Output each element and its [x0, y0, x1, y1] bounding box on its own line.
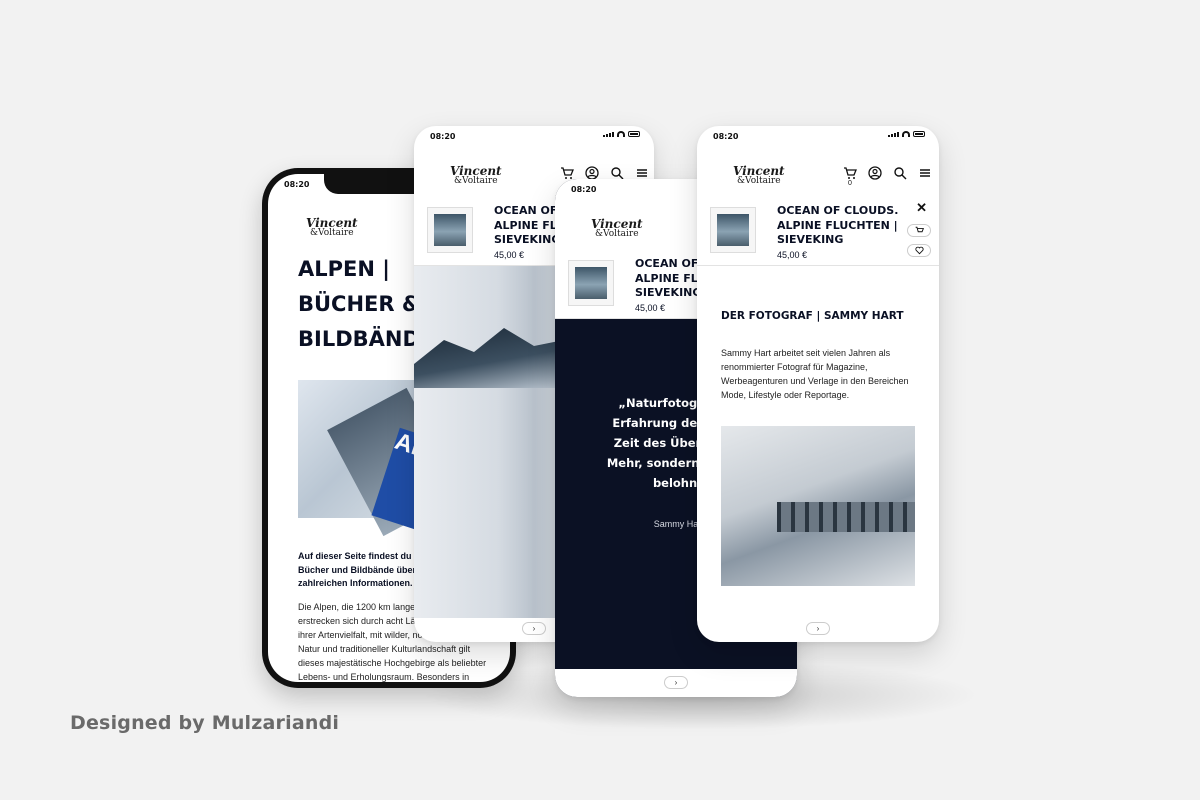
search-icon[interactable] — [893, 166, 907, 180]
menu-icon[interactable] — [918, 166, 932, 180]
add-to-cart-button[interactable] — [907, 224, 931, 237]
mountain-image — [414, 328, 564, 388]
wifi-icon — [902, 131, 910, 137]
brand-logo[interactable]: Vincent &Voltaire — [591, 218, 643, 239]
status-bar: 08:20 — [414, 126, 654, 148]
bridge-image — [777, 502, 915, 532]
heart-icon — [914, 246, 924, 255]
product-bar[interactable]: OCEAN OF CLOUDS. ALPINE FLUCHTEN | SIEVE… — [697, 194, 939, 266]
brand-logo[interactable]: Vincent &Voltaire — [450, 165, 502, 186]
status-time: 08:20 — [571, 185, 597, 194]
close-icon[interactable]: ✕ — [916, 200, 927, 216]
brand-logo[interactable]: Vincent &Voltaire — [306, 217, 358, 238]
product-thumbnail[interactable] — [428, 208, 472, 252]
header-nav — [560, 166, 649, 180]
system-icons — [888, 131, 925, 137]
next-button[interactable]: › — [522, 622, 546, 635]
menu-icon[interactable] — [635, 166, 649, 180]
next-button[interactable]: › — [664, 676, 688, 689]
screen-photographer: 08:20 Vincent &Voltaire 0 OCEAN OF CLOUD… — [697, 126, 939, 642]
status-time: 08:20 — [430, 132, 456, 141]
cart-icon — [915, 226, 924, 233]
battery-icon — [913, 131, 925, 137]
status-time: 08:20 — [713, 132, 739, 141]
status-time: 08:20 — [284, 180, 310, 189]
product-thumbnail[interactable] — [711, 208, 755, 252]
cart-icon[interactable]: 0 — [843, 166, 857, 187]
product-thumbnail[interactable] — [569, 261, 613, 305]
cart-icon[interactable] — [560, 166, 574, 180]
product-title[interactable]: OCEAN OF CLOUDS. ALPINE FLUCHTEN | SIEVE… — [777, 204, 907, 248]
cart-count: 0 — [848, 180, 852, 187]
photographer-bio: Sammy Hart arbeitet seit vielen Jahren a… — [721, 348, 909, 400]
logo-line2: &Voltaire — [454, 175, 498, 186]
book-photo — [721, 426, 915, 586]
logo-line2: &Voltaire — [310, 227, 354, 238]
logo-line2: &Voltaire — [595, 228, 639, 239]
account-icon[interactable] — [585, 166, 599, 180]
signal-icon — [603, 132, 614, 137]
wishlist-button[interactable] — [907, 244, 931, 257]
product-price: 45,00 € — [777, 250, 808, 260]
search-icon[interactable] — [610, 166, 624, 180]
system-icons — [603, 131, 640, 137]
logo-line2: &Voltaire — [737, 175, 781, 186]
next-button[interactable]: › — [806, 622, 830, 635]
brand-logo[interactable]: Vincent &Voltaire — [733, 165, 785, 186]
signal-icon — [888, 132, 899, 137]
header-nav: 0 — [843, 166, 932, 187]
account-icon[interactable] — [868, 166, 882, 180]
section-heading: DER FOTOGRAF | SAMMY HART — [721, 310, 904, 322]
status-bar: 08:20 — [697, 126, 939, 148]
bottom-bar: › — [555, 669, 797, 697]
wifi-icon — [617, 131, 625, 137]
designer-credit: Designed by Mulzariandi — [70, 712, 340, 734]
product-price: 45,00 € — [635, 303, 666, 313]
product-price: 45,00 € — [494, 250, 525, 260]
battery-icon — [628, 131, 640, 137]
